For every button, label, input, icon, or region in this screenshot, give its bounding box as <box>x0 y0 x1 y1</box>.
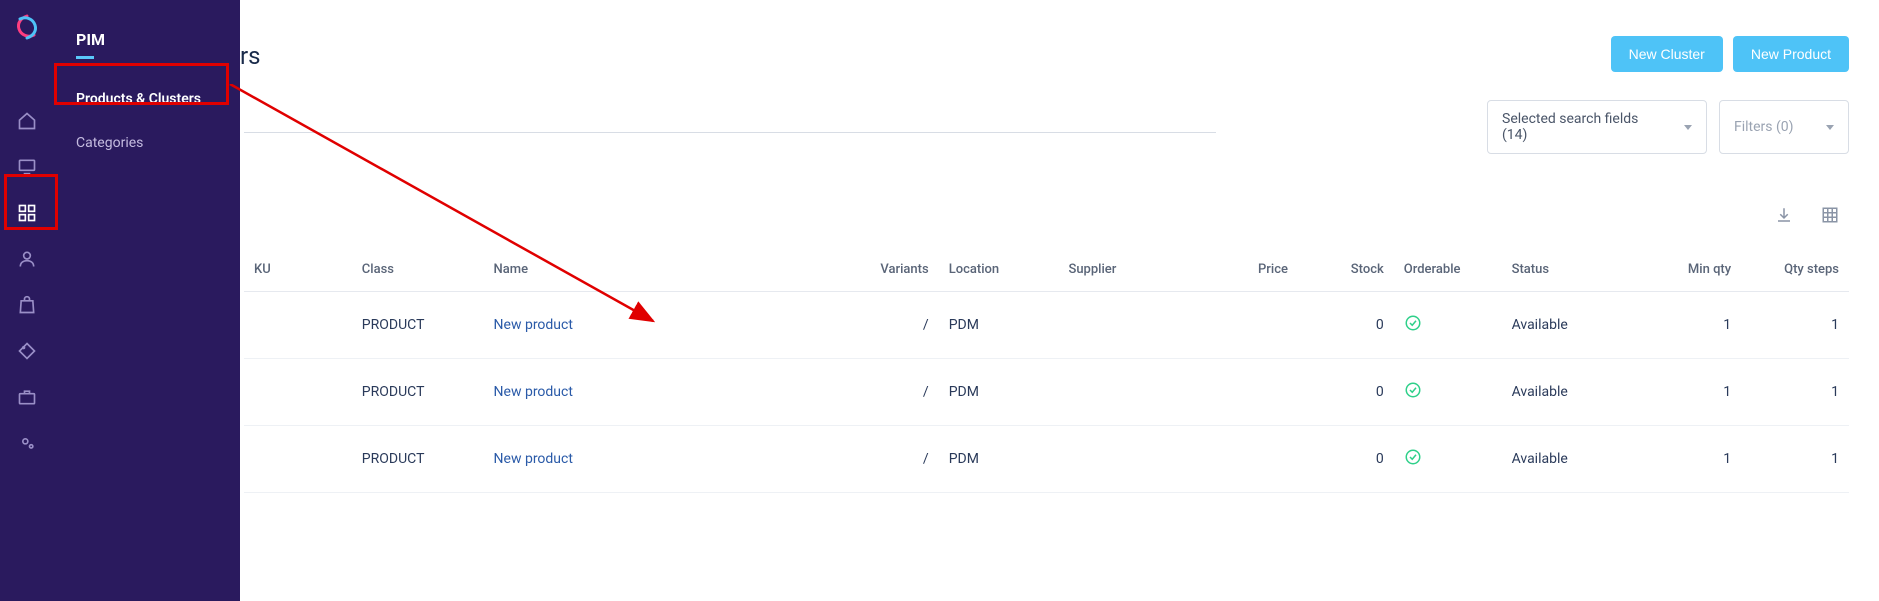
grid-icon[interactable] <box>1821 206 1839 228</box>
dropdown-label: Filters (0) <box>1734 119 1794 135</box>
th-price[interactable]: Price <box>1202 248 1298 292</box>
cell-supplier <box>1058 292 1202 359</box>
home-icon[interactable] <box>0 98 54 144</box>
products-table: KU Class Name Variants Location Supplier… <box>244 248 1849 493</box>
briefcase-icon[interactable] <box>0 374 54 420</box>
cell-name[interactable]: New product <box>484 292 843 359</box>
cell-class: PRODUCT <box>352 292 484 359</box>
shopping-bag-icon[interactable] <box>0 282 54 328</box>
cell-stock: 0 <box>1298 426 1394 493</box>
user-icon[interactable] <box>0 236 54 282</box>
cell-class: PRODUCT <box>352 426 484 493</box>
cell-location: PDM <box>939 359 1059 426</box>
download-icon[interactable] <box>1775 206 1793 228</box>
new-cluster-button[interactable]: New Cluster <box>1611 36 1723 72</box>
selected-search-fields-dropdown[interactable]: Selected search fields (14) <box>1487 100 1707 154</box>
th-location[interactable]: Location <box>939 248 1059 292</box>
table-tools <box>244 200 1849 248</box>
table-header-row: KU Class Name Variants Location Supplier… <box>244 248 1849 292</box>
cell-variants: / <box>843 426 939 493</box>
cell-class: PRODUCT <box>352 359 484 426</box>
cell-price <box>1202 359 1298 426</box>
th-variants[interactable]: Variants <box>843 248 939 292</box>
cell-min-qty: 1 <box>1645 292 1741 359</box>
cell-stock: 0 <box>1298 292 1394 359</box>
cell-name[interactable]: New product <box>484 359 843 426</box>
th-class[interactable]: Class <box>352 248 484 292</box>
cell-supplier <box>1058 426 1202 493</box>
cell-sku <box>244 426 352 493</box>
cell-status: Available <box>1502 359 1646 426</box>
filter-row: Selected search fields (14) Filters (0) <box>1487 100 1849 154</box>
cell-stock: 0 <box>1298 359 1394 426</box>
cell-orderable <box>1394 426 1502 493</box>
filters-dropdown[interactable]: Filters (0) <box>1719 100 1849 154</box>
settings-icon[interactable] <box>0 420 54 466</box>
flyout-item-categories[interactable]: Categories <box>54 121 240 165</box>
tag-icon[interactable] <box>0 328 54 374</box>
cell-variants: / <box>843 359 939 426</box>
cell-name[interactable]: New product <box>484 426 843 493</box>
monitor-icon[interactable] <box>0 144 54 190</box>
search-input[interactable] <box>244 132 1216 133</box>
table-row[interactable]: PRODUCT New product / PDM 0 Available 1 … <box>244 359 1849 426</box>
cell-status: Available <box>1502 426 1646 493</box>
cell-orderable <box>1394 359 1502 426</box>
cell-qty-steps: 1 <box>1741 426 1849 493</box>
cell-variants: / <box>843 292 939 359</box>
table-area: KU Class Name Variants Location Supplier… <box>244 200 1849 493</box>
cell-supplier <box>1058 359 1202 426</box>
th-status[interactable]: Status <box>1502 248 1646 292</box>
top-actions: New Cluster New Product <box>1611 36 1849 72</box>
chevron-down-icon <box>1826 125 1834 130</box>
flyout-panel: PIM Products & Clusters Categories <box>54 0 240 601</box>
th-stock[interactable]: Stock <box>1298 248 1394 292</box>
flyout-item-products-clusters[interactable]: Products & Clusters <box>54 77 240 121</box>
main-content: rs New Cluster New Product Selected sear… <box>54 0 1879 40</box>
th-min-qty[interactable]: Min qty <box>1645 248 1741 292</box>
new-product-button[interactable]: New Product <box>1733 36 1849 72</box>
cell-qty-steps: 1 <box>1741 292 1849 359</box>
table-row[interactable]: PRODUCT New product / PDM 0 Available 1 … <box>244 426 1849 493</box>
page-title: rs <box>240 42 261 70</box>
th-sku[interactable]: KU <box>244 248 352 292</box>
icon-rail <box>0 0 54 601</box>
cell-location: PDM <box>939 292 1059 359</box>
cell-location: PDM <box>939 426 1059 493</box>
cell-orderable <box>1394 292 1502 359</box>
table-row[interactable]: PRODUCT New product / PDM 0 Available 1 … <box>244 292 1849 359</box>
cell-status: Available <box>1502 292 1646 359</box>
flyout-title: PIM <box>54 30 240 57</box>
cell-price <box>1202 292 1298 359</box>
cell-min-qty: 1 <box>1645 426 1741 493</box>
chevron-down-icon <box>1684 125 1692 130</box>
app-logo <box>14 14 40 40</box>
apps-grid-icon[interactable] <box>0 190 54 236</box>
th-orderable[interactable]: Orderable <box>1394 248 1502 292</box>
cell-sku <box>244 292 352 359</box>
dropdown-label: Selected search fields (14) <box>1502 111 1664 143</box>
cell-min-qty: 1 <box>1645 359 1741 426</box>
th-name[interactable]: Name <box>484 248 843 292</box>
th-qty-steps[interactable]: Qty steps <box>1741 248 1849 292</box>
th-supplier[interactable]: Supplier <box>1058 248 1202 292</box>
cell-qty-steps: 1 <box>1741 359 1849 426</box>
cell-price <box>1202 426 1298 493</box>
cell-sku <box>244 359 352 426</box>
